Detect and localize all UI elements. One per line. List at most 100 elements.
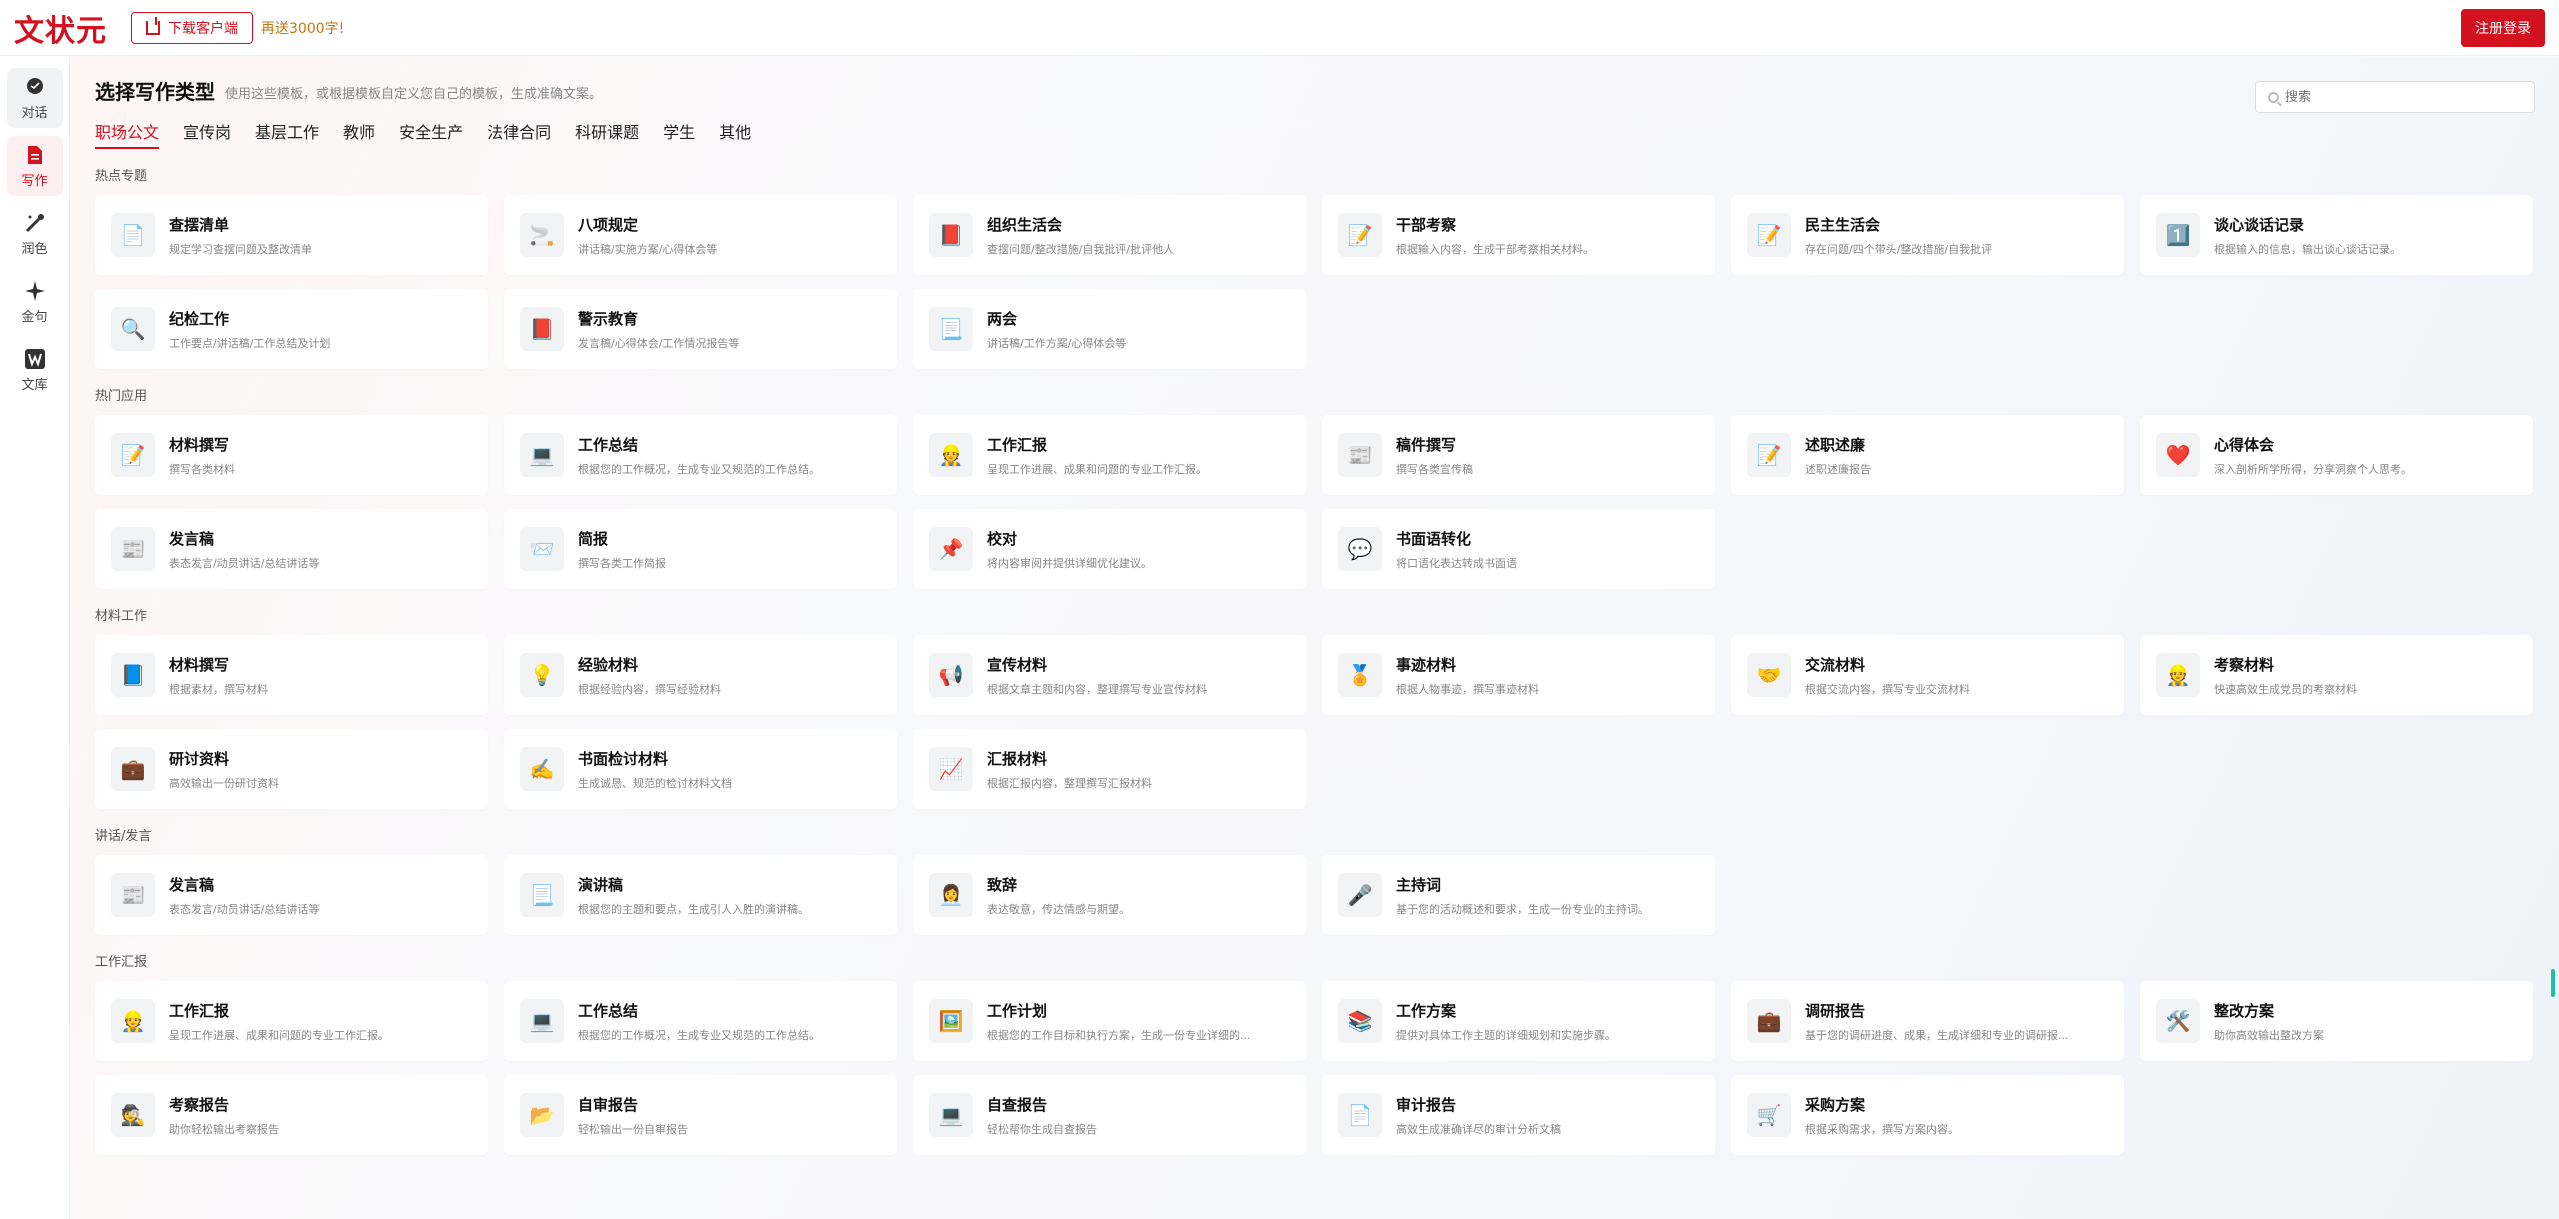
template-card-title: 工作方案 [1396,1001,1457,1020]
template-card[interactable]: ❤️ 心得体会 深入剖析所学所得，分享洞察个人思考。 [2140,415,2533,495]
template-card-desc: 基于您的活动概述和要求，生成一份专业的主持词。 [1396,902,1649,916]
template-card[interactable]: 👷 工作汇报 呈现工作进展、成果和问题的专业工作汇报。 [913,415,1306,495]
template-card-desc: 查摆问题/整改措施/自我批评/批评他人 [987,242,1175,256]
tab-7[interactable]: 学生 [663,119,695,149]
template-card[interactable]: 💬 书面语转化 将口语化表达转成书面语 [1322,509,1715,589]
template-card[interactable]: 💼 调研报告 基于您的调研进度、成果，生成详细和专业的调研报... [1731,981,2124,1061]
tab-4[interactable]: 安全生产 [399,119,463,149]
template-card-desc: 轻松帮你生成自查报告 [987,1122,1097,1136]
template-card-text: 两会 讲话稿/工作方案/心得体会等 [987,308,1126,351]
template-card[interactable]: 💡 经验材料 根据经验内容，撰写经验材料 [504,635,897,715]
card-grid: 📝 材料撰写 撰写各类材料 💻 工作总结 根据您的工作概况，生成专业又规范的工作总结。 👷 工… [95,415,2559,589]
card-grid: 📰 发言稿 表态发言/动员讲话/总结讲话等 📃 演讲稿 根据您的主题和要点，生成引人入胜的… [95,855,2559,935]
template-card-title: 干部考察 [1396,215,1457,234]
sidebar-item-writing[interactable]: 写作 [6,136,63,196]
template-card-text: 致辞 表达敬意，传达情感与期望。 [987,874,1130,917]
tab-8[interactable]: 其他 [719,119,751,149]
template-card-icon: 💻 [520,999,564,1043]
template-card[interactable]: 📚 工作方案 提供对具体工作主题的详细规划和实施步骤。 [1322,981,1715,1061]
template-card-text: 谈心谈话记录 根据输入的信息，输出谈心谈话记录。 [2214,214,2401,257]
template-card-text: 发言稿 表态发言/动员讲话/总结讲话等 [169,874,319,917]
template-card[interactable]: 🤝 交流材料 根据交流内容，撰写专业交流材料 [1731,635,2124,715]
template-card[interactable]: 📝 述职述廉 述职述廉报告 [1731,415,2124,495]
template-card[interactable]: 💻 工作总结 根据您的工作概况，生成专业又规范的工作总结。 [504,981,897,1061]
sidebar-item-label: 写作 [21,173,48,189]
template-card-text: 工作汇报 呈现工作进展、成果和问题的专业工作汇报。 [987,434,1207,477]
template-card-icon: 📄 [111,213,155,257]
template-card-title: 考察报告 [169,1095,230,1114]
template-card[interactable]: 📝 民主生活会 存在问题/四个带头/整改措施/自我批评 [1731,195,2124,275]
template-card-desc: 根据您的工作目标和执行方案，生成一份专业详细的... [987,1028,1251,1042]
template-card[interactable]: 📂 自审报告 轻松输出一份自审报告 [504,1075,897,1155]
template-card-icon: 📢 [929,653,973,697]
template-card-title: 述职述廉 [1805,435,1866,454]
template-card[interactable]: ✍️ 书面检讨材料 生成诚恳、规范的检讨材料文档 [504,729,897,809]
template-card[interactable]: 🏅 事迹材料 根据人物事迹，撰写事迹材料 [1322,635,1715,715]
tab-0[interactable]: 职场公文 [95,119,160,149]
template-card-title: 自审报告 [578,1095,639,1114]
section-title: 热门应用 [95,389,148,404]
template-card-text: 干部考察 根据输入内容，生成干部考察相关材料。 [1396,214,1594,257]
template-card-desc: 呈现工作进展、成果和问题的专业工作汇报。 [169,1028,389,1042]
tab-5[interactable]: 法律合同 [487,119,551,149]
sidebar-item-chat[interactable]: 对话 [6,68,63,128]
template-card[interactable]: 📰 发言稿 表态发言/动员讲话/总结讲话等 [95,509,488,589]
download-client-button[interactable]: 下载客户端 [131,11,253,44]
sidebar-item-quotes[interactable]: 金句 [7,272,63,332]
promo-text: 再送3000字! [261,20,345,37]
template-card[interactable]: 📌 校对 将内容审阅并提供详细优化建议。 [913,509,1306,589]
template-card[interactable]: 📄 审计报告 高效生成准确详尽的审计分析文稿 [1322,1075,1715,1155]
search-input[interactable] [2285,89,2515,105]
template-card[interactable]: 📰 发言稿 表态发言/动员讲话/总结讲话等 [95,855,488,935]
template-card-title: 事迹材料 [1396,655,1457,674]
template-card-desc: 工作要点/讲话稿/工作总结及计划 [169,336,331,350]
template-card[interactable]: 👩‍💼 致辞 表达敬意，传达情感与期望。 [913,855,1306,935]
search-box[interactable] [2255,81,2535,113]
tab-2[interactable]: 基层工作 [255,119,319,149]
tab-6[interactable]: 科研课题 [575,119,639,149]
template-card-desc: 根据您的主题和要点，生成引人入胜的演讲稿。 [578,902,809,916]
tab-3[interactable]: 教师 [343,119,375,149]
template-card[interactable]: 📃 两会 讲话稿/工作方案/心得体会等 [913,289,1306,369]
app-logo[interactable]: 文状元 [14,6,107,50]
template-card[interactable]: 1️⃣ 谈心谈话记录 根据输入的信息，输出谈心谈话记录。 [2140,195,2533,275]
template-card-icon: 📚 [1338,999,1382,1043]
scrollbar-thumb[interactable] [2551,969,2555,997]
template-card[interactable]: 🚬 八项规定 讲话稿/实施方案/心得体会等 [504,195,897,275]
template-card[interactable]: 📕 警示教育 发言稿/心得体会/工作情况报告等 [504,289,897,369]
template-card[interactable]: 💼 研讨资料 高效输出一份研讨资料 [95,729,488,809]
template-card[interactable]: 🛠️ 整改方案 助你高效输出整改方案 [2140,981,2533,1061]
template-card[interactable]: 🎤 主持词 基于您的活动概述和要求，生成一份专业的主持词。 [1322,855,1715,935]
template-card[interactable]: 📰 稿件撰写 撰写各类宣传稿 [1322,415,1715,495]
template-card[interactable]: 🕵️ 考察报告 助你轻松输出考察报告 [95,1075,488,1155]
template-card[interactable]: 🖼️ 工作计划 根据您的工作目标和执行方案，生成一份专业详细的... [913,981,1306,1061]
sidebar-item-label: 对话 [21,105,48,121]
template-card[interactable]: 🛒 采购方案 根据采购需求，撰写方案内容。 [1731,1075,2124,1155]
template-card[interactable]: 🔍 纪检工作 工作要点/讲话稿/工作总结及计划 [95,289,488,369]
template-card[interactable]: 📕 组织生活会 查摆问题/整改措施/自我批评/批评他人 [913,195,1306,275]
template-card[interactable]: 👷 工作汇报 呈现工作进展、成果和问题的专业工作汇报。 [95,981,488,1061]
template-card[interactable]: 📢 宣传材料 根据文章主题和内容，整理撰写专业宣传材料 [913,635,1306,715]
template-card-title: 宣传材料 [987,655,1048,674]
template-card-text: 述职述廉 述职述廉报告 [1805,434,1871,477]
template-card[interactable]: 📝 材料撰写 撰写各类材料 [95,415,488,495]
sidebar-item-polish[interactable]: 润色 [7,204,63,264]
sidebar-item-library[interactable]: 文库 [7,340,63,400]
template-card-text: 采购方案 根据采购需求，撰写方案内容。 [1805,1094,1959,1137]
template-card-desc: 根据汇报内容，整理撰写汇报材料 [987,776,1152,790]
template-card[interactable]: 💻 工作总结 根据您的工作概况，生成专业又规范的工作总结。 [504,415,897,495]
template-card-title: 经验材料 [578,655,639,674]
template-card[interactable]: 👷 考察材料 快速高效生成党员的考察材料 [2140,635,2533,715]
register-login-button[interactable]: 注册登录 [2461,9,2545,47]
template-card[interactable]: 📨 简报 撰写各类工作简报 [504,509,897,589]
template-card[interactable]: 📈 汇报材料 根据汇报内容，整理撰写汇报材料 [913,729,1306,809]
template-card[interactable]: 📘 材料撰写 根据素材，撰写材料 [95,635,488,715]
tab-1[interactable]: 宣传岗 [183,119,231,149]
template-card[interactable]: 💻 自查报告 轻松帮你生成自查报告 [913,1075,1306,1155]
template-card-title: 民主生活会 [1805,215,1881,234]
template-card-icon: 📕 [520,307,564,351]
template-card-text: 工作方案 提供对具体工作主题的详细规划和实施步骤。 [1396,1000,1616,1043]
template-card[interactable]: 📄 查摆清单 规定学习查摆问题及整改清单 [95,195,488,275]
template-card[interactable]: 📃 演讲稿 根据您的主题和要点，生成引人入胜的演讲稿。 [504,855,897,935]
template-card[interactable]: 📝 干部考察 根据输入内容，生成干部考察相关材料。 [1322,195,1715,275]
